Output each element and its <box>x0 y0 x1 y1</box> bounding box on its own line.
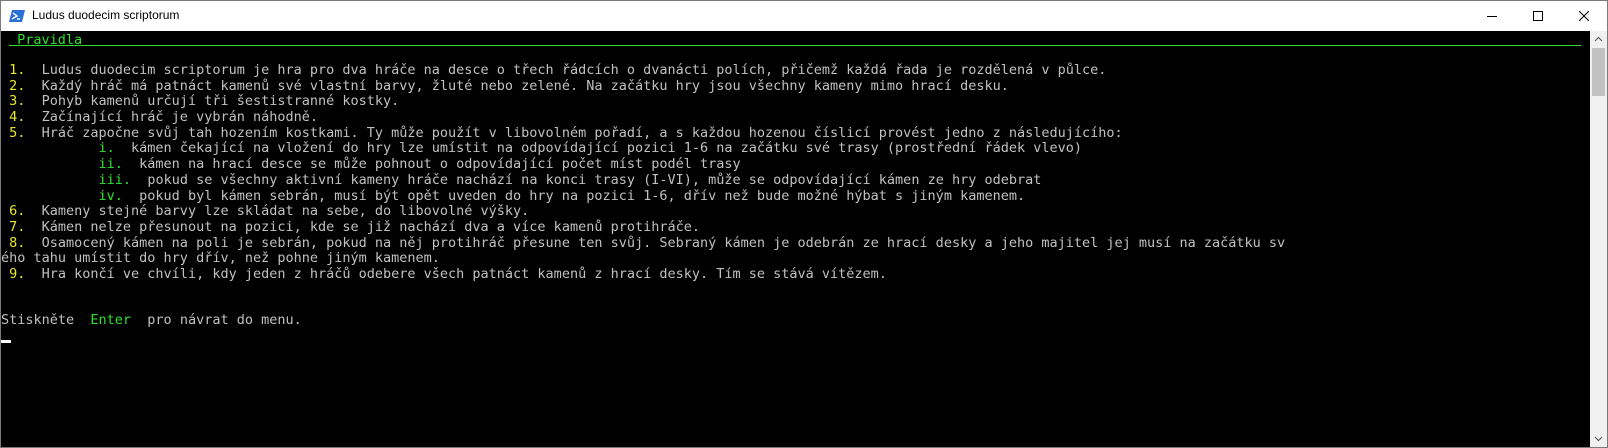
rule-text: Každý hráč má patnáct kamenů své vlastní… <box>41 77 1009 94</box>
rule-number: 7. <box>1 218 42 235</box>
rule-line: 6. Kameny stejné barvy lze skládat na se… <box>1 203 1285 220</box>
prompt-text-before: Stiskněte <box>1 312 91 328</box>
scroll-down-button[interactable] <box>1590 430 1607 447</box>
rule-text: pokud byl kámen sebrán, musí být opět uv… <box>139 187 1026 204</box>
rule-number: 4. <box>1 109 42 126</box>
rule-text: kámen na hrací desce se může pohnout o o… <box>139 156 741 173</box>
rule-text: ého tahu umístit do hry dřív, než pohne … <box>1 250 440 267</box>
rule-number: 3. <box>1 93 42 110</box>
rule-line: 7. Kámen nelze přesunout na pozici, kde … <box>1 218 1285 236</box>
rule-text: Hráč započne svůj tah hozením kostkami. … <box>41 124 1123 141</box>
rule-number: 6. <box>1 203 42 220</box>
vertical-scrollbar[interactable] <box>1590 31 1607 447</box>
console-output[interactable]: Pravidla 1. Ludus duodecim scriptorum je… <box>1 31 1590 447</box>
rule-text: Hra končí ve chvíli, kdy jeden z hráčů o… <box>41 265 887 282</box>
rule-number: 9. <box>1 265 42 282</box>
subrule-marker: iv. <box>1 187 140 204</box>
rule-text: Ludus duodecim scriptorum je hra pro dva… <box>41 62 1107 78</box>
rule-line: iv. pokud byl kámen sebrán, musí být opě… <box>1 187 1285 205</box>
rule-line: 8. Osamocený kámen na poli je sebrán, po… <box>1 234 1286 252</box>
chevron-down-icon <box>1594 436 1603 442</box>
rule-line: iii. pokud se všechny aktivní kameny hrá… <box>1 171 1285 189</box>
console-window: Ludus duodecim scriptorum Pravidla 1. Lu… <box>0 0 1608 448</box>
rule-line: 9. Hra končí ve chvíli, kdy jeden z hráč… <box>1 265 1285 283</box>
rule-line: ého tahu umístit do hry dřív, než pohne … <box>1 250 1285 267</box>
rule-number: 1. <box>1 62 42 78</box>
enter-prompt: Stiskněte Enter pro návrat do menu. <box>1 312 302 329</box>
title-bar[interactable]: Ludus duodecim scriptorum <box>1 1 1607 31</box>
rule-line: 4. Začínající hráč je vybrán náhodně. <box>1 109 1285 126</box>
rule-text: kámen čekající na vložení do hry lze umí… <box>131 140 1082 157</box>
close-icon <box>1579 11 1589 21</box>
maximize-icon <box>1533 11 1543 21</box>
text-cursor <box>1 340 11 343</box>
scroll-thumb[interactable] <box>1592 48 1605 96</box>
rule-line: 3. Pohyb kamenů určují tři šestistranné … <box>1 94 1285 110</box>
rule-number: 8. <box>1 234 42 251</box>
rule-line: i. kámen čekající na vložení do hry lze … <box>1 141 1285 157</box>
rule-line: 5. Hráč započne svůj tah hozením kostkam… <box>1 124 1285 142</box>
rule-line: 2. Každý hráč má patnáct kamenů své vlas… <box>1 77 1285 95</box>
rule-text: Pohyb kamenů určují tři šestistranné kos… <box>41 93 400 110</box>
close-button[interactable] <box>1561 1 1607 31</box>
subrule-marker: iii. <box>1 171 148 188</box>
maximize-button[interactable] <box>1515 1 1561 31</box>
scroll-up-button[interactable] <box>1590 31 1607 48</box>
rule-text: Začínající hráč je vybrán náhodně. <box>41 109 318 126</box>
powershell-icon[interactable] <box>9 8 25 24</box>
rule-text: Osamocený kámen na poli je sebrán, pokud… <box>41 234 1286 251</box>
rule-number: 5. <box>1 124 42 141</box>
prompt-text-after: pro návrat do menu. <box>131 312 302 328</box>
rule-number: 2. <box>1 77 42 94</box>
rules-list: 1. Ludus duodecim scriptorum je hra pro … <box>1 62 1286 283</box>
minimize-button[interactable] <box>1469 1 1515 31</box>
chevron-up-icon <box>1594 36 1603 42</box>
subrule-marker: ii. <box>1 156 140 173</box>
subrule-marker: i. <box>1 140 132 157</box>
header-divider <box>9 45 1581 46</box>
window-title: Ludus duodecim scriptorum <box>32 8 180 22</box>
rule-line: ii. kámen na hrací desce se může pohnout… <box>1 156 1285 173</box>
rule-text: Kámen nelze přesunout na pozici, kde se … <box>41 218 700 235</box>
rule-line: 1. Ludus duodecim scriptorum je hra pro … <box>1 62 1285 79</box>
minimize-icon <box>1487 16 1497 17</box>
section-header: Pravidla <box>9 32 83 48</box>
rule-text: Kameny stejné barvy lze skládat na sebe,… <box>41 203 530 220</box>
rule-text: pokud se všechny aktivní kameny hráče na… <box>147 171 1042 188</box>
prompt-key: Enter <box>90 312 132 328</box>
